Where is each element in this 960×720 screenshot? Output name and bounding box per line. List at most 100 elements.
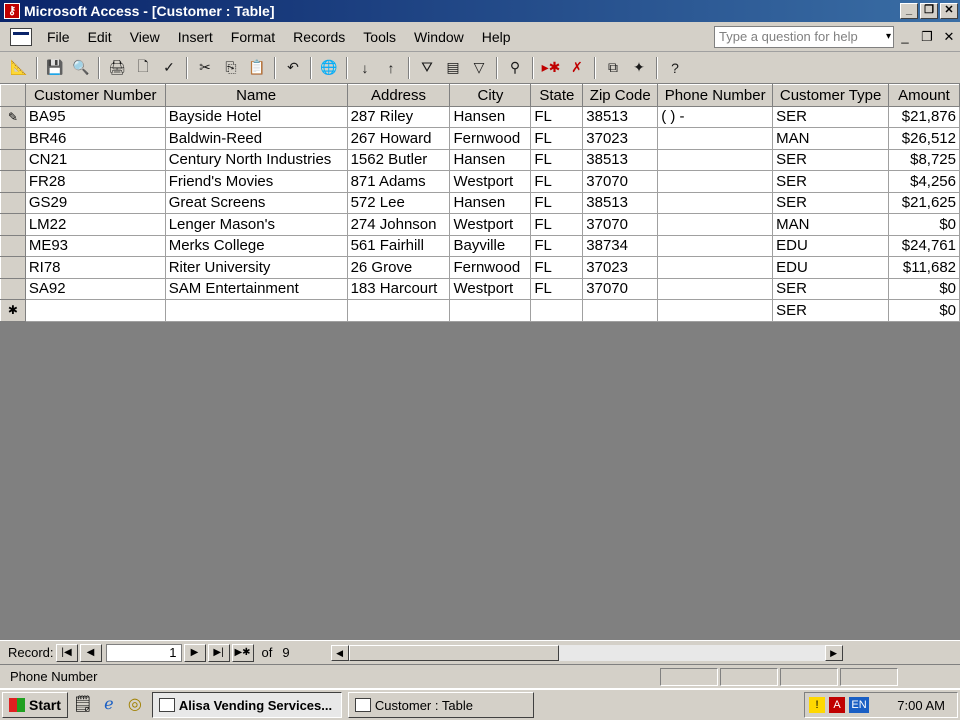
- find-icon[interactable]: ⚲: [504, 57, 526, 79]
- table-row[interactable]: LM22 Lenger Mason's 274 Johnson Westport FL 3…: [0, 213, 960, 236]
- table-row[interactable]: ✎ BA95 Bayside Hotel 287 Riley Hansen FL 38513…: [0, 105, 960, 128]
- record-selector[interactable]: [0, 277, 26, 300]
- table-cell[interactable]: [530, 299, 584, 322]
- table-cell[interactable]: 561 Fairhill: [346, 234, 451, 257]
- column-header[interactable]: Address: [346, 84, 451, 107]
- outlook-icon[interactable]: ◎: [124, 694, 146, 716]
- table-cell[interactable]: Riter University: [164, 256, 348, 279]
- table-cell[interactable]: LM22: [24, 213, 166, 236]
- column-header[interactable]: City: [449, 84, 532, 107]
- ask-question-input[interactable]: Type a question for help ▾: [714, 25, 894, 48]
- table-cell[interactable]: $21,876: [888, 105, 960, 128]
- sort-ascending-icon[interactable]: ↓: [354, 57, 376, 79]
- table-cell[interactable]: Great Screens: [164, 191, 348, 214]
- scroll-left-icon[interactable]: ◀: [330, 644, 349, 661]
- table-row[interactable]: GS29 Great Screens 572 Lee Hansen FL 38513 SER…: [0, 191, 960, 214]
- table-cell[interactable]: FL: [530, 170, 584, 193]
- menu-window[interactable]: Window: [405, 29, 473, 45]
- record-selector[interactable]: [0, 127, 26, 150]
- table-cell[interactable]: [657, 213, 774, 236]
- new-record-nav-button[interactable]: ▶✱: [231, 643, 254, 662]
- table-cell[interactable]: [657, 127, 774, 150]
- table-cell[interactable]: 38513: [582, 105, 659, 128]
- table-cell[interactable]: 37070: [582, 277, 659, 300]
- table-cell[interactable]: FL: [530, 191, 584, 214]
- next-record-button[interactable]: ▶: [183, 643, 206, 662]
- doc-restore-button[interactable]: ❐: [918, 29, 936, 45]
- previous-record-button[interactable]: ◀: [79, 643, 102, 662]
- record-selector[interactable]: [0, 256, 26, 279]
- table-cell[interactable]: 26 Grove: [346, 256, 451, 279]
- table-cell[interactable]: $26,512: [888, 127, 960, 150]
- table-cell[interactable]: BA95: [24, 105, 166, 128]
- table-cell[interactable]: Westport: [449, 213, 532, 236]
- table-cell[interactable]: ME93: [24, 234, 166, 257]
- restore-button[interactable]: ❐: [920, 3, 938, 19]
- table-cell[interactable]: EDU: [772, 234, 890, 257]
- show-desktop-icon[interactable]: 🗒: [72, 694, 94, 716]
- menu-view[interactable]: View: [121, 29, 169, 45]
- scroll-right-icon[interactable]: ▶: [824, 644, 843, 661]
- search-file-icon[interactable]: 🔍: [70, 57, 92, 79]
- table-cell[interactable]: 287 Riley: [346, 105, 451, 128]
- menu-file[interactable]: File: [38, 29, 79, 45]
- table-cell[interactable]: 274 Johnson: [346, 213, 451, 236]
- table-cell[interactable]: [657, 191, 774, 214]
- table-cell[interactable]: FL: [530, 213, 584, 236]
- table-cell[interactable]: 38513: [582, 148, 659, 171]
- menu-insert[interactable]: Insert: [169, 29, 222, 45]
- table-cell[interactable]: GS29: [24, 191, 166, 214]
- table-cell[interactable]: ( ) -: [657, 105, 774, 128]
- table-cell[interactable]: EDU: [772, 256, 890, 279]
- table-cell[interactable]: [346, 299, 451, 322]
- table-cell[interactable]: FR28: [24, 170, 166, 193]
- table-row[interactable]: SA92 SAM Entertainment 183 Harcourt Westpor…: [0, 277, 960, 300]
- chevron-down-icon[interactable]: ▾: [886, 27, 891, 47]
- table-cell[interactable]: $11,682: [888, 256, 960, 279]
- table-cell[interactable]: FL: [530, 234, 584, 257]
- table-cell[interactable]: SER: [772, 170, 890, 193]
- column-header[interactable]: Customer Type: [772, 84, 890, 107]
- menu-help[interactable]: Help: [473, 29, 520, 45]
- table-row[interactable]: ✱ SER $0: [0, 299, 960, 322]
- table-cell[interactable]: Lenger Mason's: [164, 213, 348, 236]
- table-cell[interactable]: 37070: [582, 170, 659, 193]
- record-selector[interactable]: [0, 213, 26, 236]
- table-cell[interactable]: $0: [888, 277, 960, 300]
- column-header[interactable]: Customer Number: [24, 84, 166, 107]
- table-cell[interactable]: [657, 277, 774, 300]
- record-selector[interactable]: [0, 148, 26, 171]
- table-cell[interactable]: Westport: [449, 170, 532, 193]
- apply-filter-icon[interactable]: ▽: [468, 57, 490, 79]
- new-record-icon[interactable]: ▸✱: [540, 57, 562, 79]
- table-cell[interactable]: Fernwood: [449, 256, 532, 279]
- table-cell[interactable]: FL: [530, 127, 584, 150]
- table-cell[interactable]: Westport: [449, 277, 532, 300]
- table-row[interactable]: FR28 Friend's Movies 871 Adams Westport FL 37…: [0, 170, 960, 193]
- table-cell[interactable]: SA92: [24, 277, 166, 300]
- minimize-button[interactable]: _: [900, 3, 918, 19]
- delete-record-icon[interactable]: ✗: [566, 57, 588, 79]
- table-cell[interactable]: 871 Adams: [346, 170, 451, 193]
- record-selector[interactable]: [0, 234, 26, 257]
- record-selector[interactable]: [0, 191, 26, 214]
- table-cell[interactable]: SAM Entertainment: [164, 277, 348, 300]
- table-cell[interactable]: [164, 299, 348, 322]
- table-cell[interactable]: Hansen: [449, 105, 532, 128]
- help-icon[interactable]: ?: [664, 57, 686, 79]
- table-row[interactable]: RI78 Riter University 26 Grove Fernwood FL 37…: [0, 256, 960, 279]
- table-cell[interactable]: CN21: [24, 148, 166, 171]
- table-row[interactable]: ME93 Merks College 561 Fairhill Bayville FL 3…: [0, 234, 960, 257]
- table-cell[interactable]: 183 Harcourt: [346, 277, 451, 300]
- task-alisa-vending[interactable]: Alisa Vending Services...: [151, 692, 342, 718]
- table-cell[interactable]: 38734: [582, 234, 659, 257]
- scroll-thumb[interactable]: [348, 644, 559, 661]
- clock[interactable]: 7:00 AM: [897, 698, 945, 713]
- table-cell[interactable]: 37023: [582, 256, 659, 279]
- table-cell[interactable]: 37070: [582, 213, 659, 236]
- table-cell[interactable]: 572 Lee: [346, 191, 451, 214]
- internet-explorer-icon[interactable]: ℯ: [98, 694, 120, 716]
- first-record-button[interactable]: |◀: [55, 643, 78, 662]
- table-row[interactable]: BR46 Baldwin-Reed 267 Howard Fernwood FL 3702…: [0, 127, 960, 150]
- menu-format[interactable]: Format: [222, 29, 284, 45]
